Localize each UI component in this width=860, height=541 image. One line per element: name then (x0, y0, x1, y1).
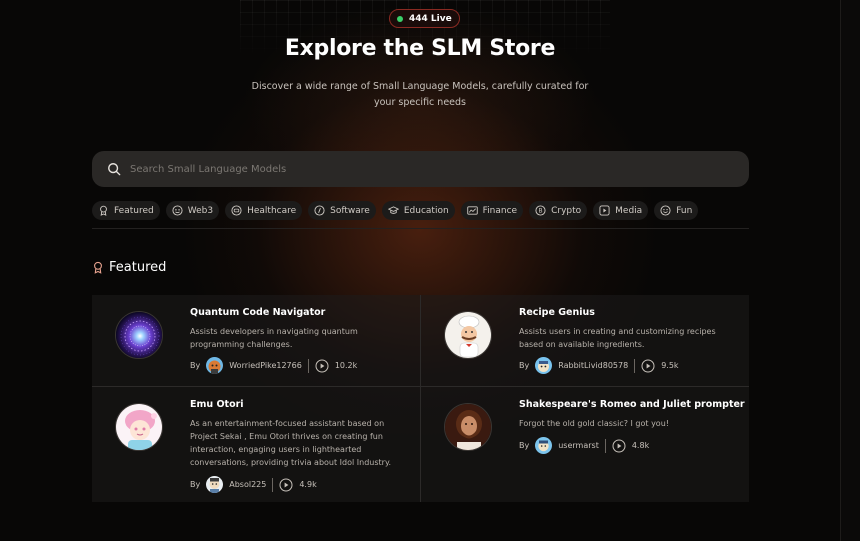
chip-label: Crypto (551, 205, 582, 216)
web3-icon (172, 205, 183, 216)
model-card-quantum-code-navigator[interactable]: Quantum Code Navigator Assists developer… (92, 295, 420, 386)
play-icon (315, 359, 329, 372)
chip-label: Featured (114, 205, 154, 216)
author-avatar (535, 437, 553, 454)
meta-separator (307, 358, 309, 373)
model-avatar (444, 311, 492, 359)
chip-label: Web3 (187, 205, 214, 216)
model-title: Recipe Genius (519, 307, 595, 318)
author-name[interactable]: WorriedPike12766 (229, 361, 302, 370)
by-label: By (190, 480, 201, 489)
section-title-text: Featured (109, 260, 167, 275)
live-badge: 444 Live (389, 9, 460, 28)
model-title: Quantum Code Navigator (190, 307, 326, 318)
play-icon (612, 439, 626, 452)
media-icon (599, 205, 610, 216)
chip-label: Finance (482, 205, 518, 216)
model-card-shakespeare-prompter[interactable]: Shakespeare's Romeo and Juliet prompter … (421, 387, 749, 502)
category-chips: Featured Web3 Healthcare Software Educat… (92, 201, 699, 221)
live-badge-text: 444 Live (409, 13, 452, 24)
smile-icon (660, 205, 671, 216)
chip-education[interactable]: Education (381, 201, 455, 220)
model-card-emu-otori[interactable]: Emu Otori As an entertainment-focused as… (92, 387, 420, 502)
healthcare-icon (231, 205, 242, 216)
finance-icon (466, 206, 478, 215)
chip-software[interactable]: Software (308, 201, 376, 220)
model-description: Assists users in creating and customizin… (519, 327, 716, 349)
chip-finance[interactable]: Finance (460, 201, 524, 220)
chips-divider (92, 228, 749, 229)
chip-label: Media (615, 205, 643, 216)
meta-separator (634, 358, 636, 373)
live-status-dot (397, 15, 403, 22)
play-count: 4.9k (299, 480, 317, 489)
award-icon (94, 261, 102, 274)
model-title: Shakespeare's Romeo and Juliet prompter (519, 399, 745, 410)
model-meta: By Absol225 4.9k (190, 476, 317, 493)
page-subtitle: Discover a wide range of Small Language … (251, 81, 589, 108)
model-description: Forgot the old gold classic? I got you! (519, 419, 669, 428)
chip-label: Software (330, 205, 370, 216)
model-avatar (115, 311, 163, 359)
by-label: By (519, 441, 530, 450)
svg-text:B: B (539, 208, 543, 215)
author-name[interactable]: usermarst (558, 441, 599, 450)
play-count: 9.5k (661, 361, 679, 370)
model-avatar (444, 403, 492, 451)
author-name[interactable]: RabbitLivid80578 (558, 361, 628, 370)
chip-label: Fun (676, 205, 693, 216)
search-input[interactable] (130, 163, 690, 175)
search-bar[interactable] (92, 151, 749, 187)
chip-web3[interactable]: Web3 (165, 201, 220, 220)
chip-fun[interactable]: Fun (654, 201, 699, 220)
chip-media[interactable]: Media (593, 201, 649, 220)
play-count: 4.8k (631, 441, 650, 450)
model-meta: By RabbitLivid80578 9.5k (519, 357, 679, 374)
author-name[interactable]: Absol225 (229, 480, 266, 489)
search-icon (108, 163, 121, 176)
graduation-cap-icon (387, 206, 399, 214)
chip-crypto[interactable]: B Crypto (529, 201, 588, 220)
author-avatar (206, 476, 224, 493)
software-icon (314, 205, 325, 216)
chip-healthcare[interactable]: Healthcare (225, 201, 303, 220)
author-avatar (206, 357, 224, 374)
award-icon (100, 205, 107, 216)
play-icon (641, 359, 655, 372)
featured-section-title: Featured (92, 260, 166, 275)
model-title: Emu Otori (190, 399, 244, 410)
by-label: By (190, 361, 201, 370)
chip-label: Education (403, 205, 449, 216)
author-avatar (535, 357, 553, 374)
model-description: Assists developers in navigating quantum… (190, 327, 358, 349)
scrollbar[interactable] (840, 0, 860, 541)
page-title: Explore the SLM Store (284, 36, 556, 61)
model-avatar (115, 403, 163, 451)
chip-label: Healthcare (247, 205, 297, 216)
model-description: As an entertainment-focused assistant ba… (190, 419, 392, 467)
meta-separator (604, 438, 606, 453)
main-content: 444 Live Explore the SLM Store Discover … (0, 0, 840, 541)
play-count: 10.2k (334, 361, 358, 370)
chip-featured[interactable]: Featured (92, 201, 160, 220)
meta-separator (272, 477, 274, 492)
by-label: By (519, 361, 530, 370)
crypto-icon: B (535, 205, 546, 216)
featured-grid: Quantum Code Navigator Assists developer… (92, 295, 749, 502)
model-card-recipe-genius[interactable]: Recipe Genius Assists users in creating … (421, 295, 749, 386)
play-icon (279, 478, 293, 491)
model-meta: By usermarst 4.8k (519, 437, 649, 454)
model-meta: By WorriedPike12766 10.2k (190, 357, 357, 374)
